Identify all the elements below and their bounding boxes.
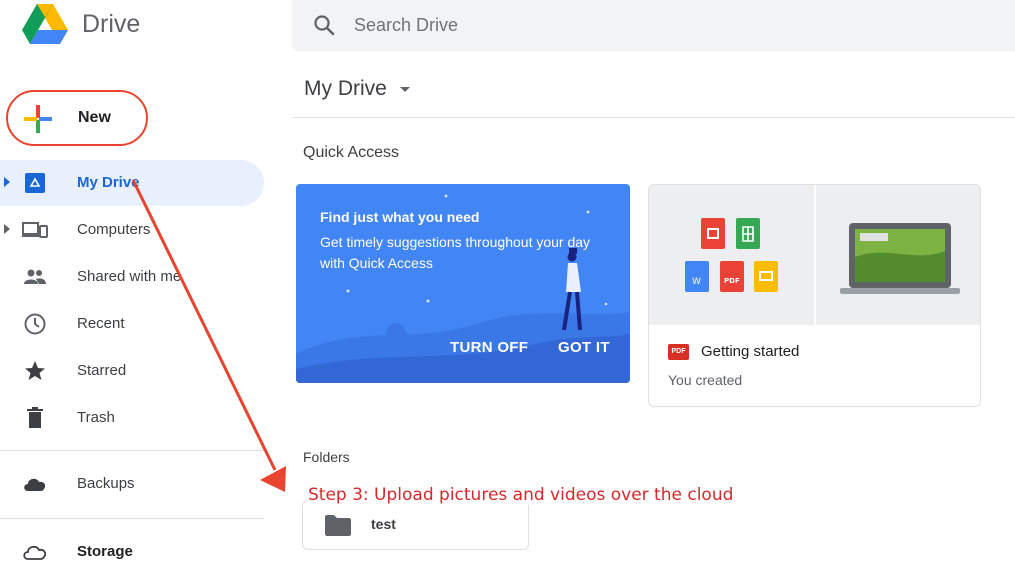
sidebar-item-label: Shared with me [77, 268, 182, 285]
quick-access-heading: Quick Access [303, 144, 400, 161]
star-icon [25, 361, 45, 380]
pdf-file-icon: PDF [668, 344, 689, 360]
cloud-icon [24, 478, 46, 491]
sidebar-divider [0, 518, 264, 519]
laptop-icon [840, 223, 960, 294]
page-title[interactable]: My Drive [304, 77, 387, 101]
sidebar-item-label: Computers [77, 221, 151, 238]
sidebar-item-trash[interactable]: Trash [0, 395, 264, 441]
cloud-outline-icon [23, 545, 47, 560]
sidebar-item-label: My Drive [77, 174, 140, 191]
search-input[interactable] [354, 8, 954, 42]
sidebar-item-label: Trash [77, 409, 115, 426]
search-icon[interactable] [312, 13, 336, 37]
sidebar-item-label: Recent [77, 315, 125, 332]
sidebar-item-label: Starred [77, 362, 127, 379]
file-name[interactable]: Getting started [701, 343, 799, 360]
quick-access-promo-card: Find just what you need Get timely sugge… [296, 184, 630, 383]
expand-arrow-icon[interactable] [4, 224, 10, 234]
promo-title: Find just what you need [320, 209, 480, 225]
new-button-label: New [78, 109, 111, 126]
docs-collage-icon: W PDF [685, 218, 778, 292]
turn-off-button[interactable]: TURN OFF [450, 339, 528, 356]
file-meta: You created [668, 372, 743, 388]
chevron-down-icon[interactable] [400, 87, 410, 92]
folder-item[interactable]: test [302, 500, 529, 550]
sidebar-item-shared-with-me[interactable]: Shared with me [0, 254, 264, 300]
expand-arrow-icon[interactable] [4, 177, 10, 187]
search-bar[interactable] [292, 0, 1015, 51]
folder-icon [325, 515, 351, 536]
clock-icon [24, 313, 46, 335]
drive-logo-icon[interactable] [22, 4, 68, 44]
svg-text:W: W [692, 277, 701, 287]
file-thumbnail: W PDF [649, 185, 814, 325]
sidebar-item-starred[interactable]: Starred [0, 348, 264, 394]
plus-icon [24, 105, 52, 133]
sidebar-item-label: Storage [77, 543, 133, 560]
main-divider [292, 117, 1015, 118]
sidebar-item-storage[interactable]: Storage [0, 529, 264, 566]
sidebar-item-recent[interactable]: Recent [0, 301, 264, 347]
promo-text: Get timely suggestions throughout your d… [320, 234, 591, 271]
sidebar-item-computers[interactable]: Computers [0, 207, 264, 253]
sidebar-divider [0, 450, 264, 451]
brand-name: Drive [82, 10, 141, 38]
svg-text:PDF: PDF [724, 277, 740, 285]
trash-icon [27, 407, 43, 428]
folders-heading: Folders [303, 449, 350, 465]
sidebar-item-backups[interactable]: Backups [0, 461, 264, 507]
computers-icon [22, 222, 48, 238]
new-button[interactable]: New [6, 90, 148, 146]
file-thumbnail [816, 185, 980, 325]
folder-name: test [371, 516, 396, 532]
suggested-file-card[interactable]: W PDF PDF Getting started You created [648, 184, 981, 407]
shared-icon [24, 269, 46, 284]
sidebar-item-my-drive[interactable]: My Drive [0, 160, 264, 206]
my-drive-icon [25, 173, 45, 193]
sidebar-item-label: Backups [77, 475, 135, 492]
got-it-button[interactable]: GOT IT [558, 339, 610, 356]
annotation-text: Step 3: Upload pictures and videos over … [308, 485, 734, 505]
